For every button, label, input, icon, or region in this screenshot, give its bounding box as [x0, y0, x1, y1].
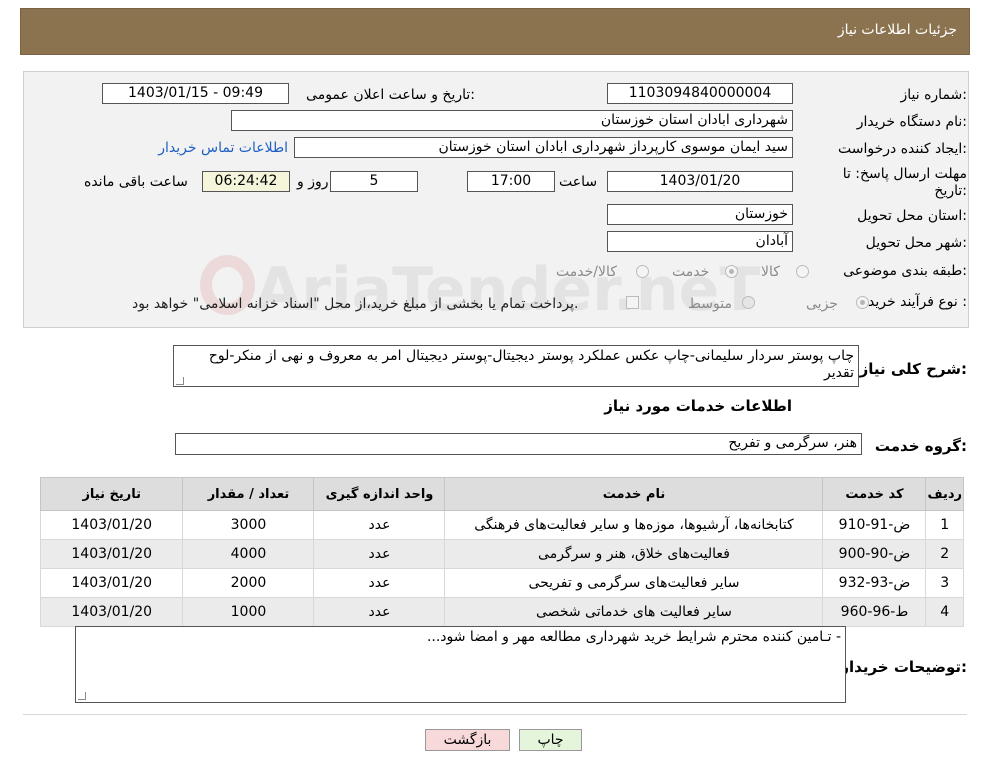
table-header-row: ردیف کد خدمت نام خدمت واحد اندازه گیری ت… [39, 477, 964, 511]
category-option-goods-service: کالا/خدمت [556, 264, 617, 280]
column-header-quantity: تعداد / مقدار [182, 477, 315, 511]
category-radio-service[interactable] [725, 265, 738, 278]
service-group-field: هنر، سرگرمی و تفریح [175, 433, 862, 455]
column-header-row-number: ردیف [925, 477, 964, 511]
city-label: شهر محل تحویل: [865, 235, 967, 251]
summary-text: چاپ پوستر سردار سلیمانی-چاپ عکس عملکرد پ… [208, 348, 854, 381]
category-option-goods: کالا [761, 264, 780, 280]
cell-unit: عدد [313, 539, 446, 569]
column-header-need-date: تاریخ نیاز [39, 477, 184, 511]
cell-unit: عدد [313, 597, 446, 627]
page-header: جزئیات اطلاعات نیاز [20, 8, 970, 55]
cell-row-number: 4 [925, 597, 964, 627]
category-radio-goods-service[interactable] [636, 265, 649, 278]
buyer-org-field: شهرداری ابادان استان خوزستان [231, 110, 793, 131]
column-header-unit: واحد اندازه گیری [313, 477, 446, 511]
category-option-service: خدمت [672, 264, 710, 280]
buyer-notes-text: - تـامین کننده محترم شرایط خرید شهرداری … [426, 629, 841, 645]
buyer-notes-textarea[interactable]: - تـامین کننده محترم شرایط خرید شهرداری … [75, 626, 846, 703]
process-radio-medium[interactable] [742, 296, 755, 309]
cell-service-code: ض-93-932 [822, 568, 927, 598]
page-title: جزئیات اطلاعات نیاز [837, 22, 957, 38]
resize-grip-icon[interactable] [176, 377, 184, 385]
announce-field: 1403/01/15 - 09:49 [102, 83, 289, 104]
cell-row-number: 3 [925, 568, 964, 598]
service-group-label: گروه خدمت: [874, 437, 967, 455]
need-number-field: 1103094840000004 [607, 83, 793, 104]
category-label: طبقه بندی موضوعی: [843, 263, 967, 279]
table-row: 3 ض-93-932 سایر فعالیت‌های سرگرمی و تفری… [39, 568, 964, 598]
cell-need-date: 1403/01/20 [39, 510, 184, 540]
print-button[interactable]: چاپ [519, 729, 582, 751]
resize-grip-icon[interactable] [78, 692, 86, 700]
days-label: روز و [297, 174, 329, 190]
services-section-title: اطلاعات خدمات مورد نیاز [604, 397, 792, 415]
cell-service-name: سایر فعالیت های خدماتی شخصی [444, 597, 824, 627]
need-number-label: شماره نیاز: [900, 87, 967, 103]
cell-quantity: 4000 [182, 539, 315, 569]
footer-divider [23, 714, 967, 715]
table-row: 2 ض-90-900 فعالیت‌های خلاق، هنر و سرگرمی… [39, 539, 964, 569]
cell-unit: عدد [313, 510, 446, 540]
announce-label: تاریخ و ساعت اعلان عمومی: [306, 87, 475, 103]
province-field: خوزستان [607, 204, 793, 225]
buyer-contact-link[interactable]: اطلاعات تماس خریدار [158, 140, 288, 156]
creator-label: ایجاد کننده درخواست: [838, 141, 967, 157]
remaining-time-field: 06:24:42 [202, 171, 290, 192]
deadline-date-field: 1403/01/20 [607, 171, 793, 192]
cell-service-code: ط-96-960 [822, 597, 927, 627]
cell-service-code: ض-90-900 [822, 539, 927, 569]
table-row: 1 ض-91-910 کتابخانه‌ها، آرشیوها، موزه‌ها… [39, 510, 964, 540]
buyer-notes-label: توضیحات خریدار: [840, 658, 967, 676]
process-radio-minor[interactable] [856, 296, 869, 309]
cell-service-name: فعالیت‌های خلاق، هنر و سرگرمی [444, 539, 824, 569]
back-button[interactable]: بازگشت [425, 729, 510, 751]
process-option-minor: جزیی [806, 296, 838, 312]
cell-service-name: کتابخانه‌ها، آرشیوها، موزه‌ها و سایر فعا… [444, 510, 824, 540]
category-radio-goods[interactable] [796, 265, 809, 278]
summary-label: شرح کلی نیاز: [859, 360, 967, 378]
cell-need-date: 1403/01/20 [39, 568, 184, 598]
cell-row-number: 2 [925, 539, 964, 569]
cell-quantity: 3000 [182, 510, 315, 540]
cell-quantity: 2000 [182, 568, 315, 598]
process-option-medium: متوسط [688, 296, 732, 312]
payment-note: پرداخت تمام یا بخشی از مبلغ خرید،از محل … [132, 296, 579, 312]
services-table: ردیف کد خدمت نام خدمت واحد اندازه گیری ت… [39, 477, 964, 627]
deadline-time-field: 17:00 [467, 171, 555, 192]
treasury-checkbox[interactable] [626, 296, 639, 309]
cell-unit: عدد [313, 568, 446, 598]
buyer-org-label: نام دستگاه خریدار: [856, 114, 967, 130]
cell-need-date: 1403/01/20 [39, 539, 184, 569]
column-header-service-code: کد خدمت [822, 477, 927, 511]
cell-quantity: 1000 [182, 597, 315, 627]
cell-service-name: سایر فعالیت‌های سرگرمی و تفریحی [444, 568, 824, 598]
time-label: ساعت [559, 174, 598, 190]
city-field: آبادان [607, 231, 793, 252]
summary-textarea[interactable]: چاپ پوستر سردار سلیمانی-چاپ عکس عملکرد پ… [173, 345, 859, 387]
cell-row-number: 1 [925, 510, 964, 540]
deadline-label-2: تاریخ: [934, 183, 967, 199]
cell-service-code: ض-91-910 [822, 510, 927, 540]
creator-field: سید ایمان موسوی کارپرداز شهرداری ابادان … [294, 137, 793, 158]
deadline-label: مهلت ارسال پاسخ: تا [842, 166, 967, 182]
process-label: نوع فرآیند خرید : [868, 294, 967, 310]
column-header-service-name: نام خدمت [444, 477, 824, 511]
table-row: 4 ط-96-960 سایر فعالیت های خدماتی شخصی ع… [39, 597, 964, 627]
remaining-label: ساعت باقی مانده [84, 174, 188, 190]
days-field: 5 [330, 171, 418, 192]
cell-need-date: 1403/01/20 [39, 597, 184, 627]
province-label: استان محل تحویل: [857, 208, 967, 224]
